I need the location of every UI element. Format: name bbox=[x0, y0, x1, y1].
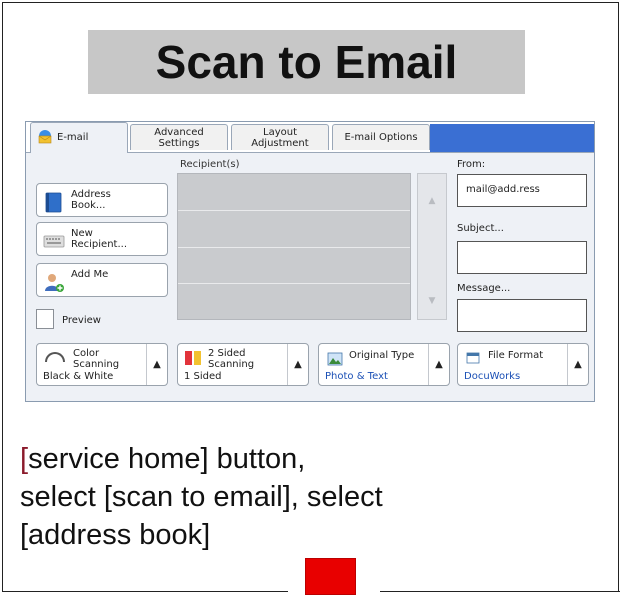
from-field[interactable]: mail@add.ress bbox=[457, 174, 587, 207]
message-field[interactable] bbox=[457, 299, 587, 332]
file-format-label: File Format bbox=[488, 350, 544, 361]
original-type-label: Original Type bbox=[349, 350, 415, 361]
color-scanning-arrow-icon[interactable]: ▲ bbox=[146, 344, 167, 385]
file-format-button[interactable]: File Format DocuWorks ▲ bbox=[457, 343, 589, 386]
address-book-icon bbox=[45, 192, 62, 213]
instruction-open-bracket: [ bbox=[20, 443, 29, 475]
message-label[interactable]: Message... bbox=[457, 283, 510, 294]
scan-settings-row: Color Scanning Black & White ▲ 2 Sided S… bbox=[26, 343, 594, 388]
color-scanning-value: Black & White bbox=[43, 371, 114, 382]
instruction-line-3: [address book] bbox=[20, 519, 211, 551]
red-marker bbox=[305, 558, 356, 595]
add-me-button[interactable]: Add Me bbox=[36, 263, 168, 297]
recipients-header: Recipient(s) bbox=[180, 159, 240, 170]
file-format-value: DocuWorks bbox=[464, 371, 521, 382]
subject-label[interactable]: Subject... bbox=[457, 223, 504, 234]
email-tab-content: Address Book... New Recipient... Add Me … bbox=[26, 152, 594, 401]
subject-field[interactable] bbox=[457, 241, 587, 274]
new-recipient-label: New Recipient... bbox=[71, 228, 128, 250]
two-sided-scanning-label: 2 Sided Scanning bbox=[208, 348, 255, 370]
two-sided-icon bbox=[185, 351, 201, 365]
frame-bottom-border-right bbox=[380, 591, 620, 592]
recipients-list[interactable] bbox=[177, 173, 411, 320]
new-recipient-button[interactable]: New Recipient... bbox=[36, 222, 168, 256]
color-scanning-label: Color Scanning bbox=[73, 348, 120, 370]
original-type-button[interactable]: Original Type Photo & Text ▲ bbox=[318, 343, 450, 386]
address-book-label: Address Book... bbox=[71, 189, 111, 211]
original-type-icon bbox=[327, 352, 343, 366]
title-banner: Scan to Email bbox=[88, 30, 525, 94]
color-scanning-icon bbox=[45, 352, 65, 362]
scroll-down-icon[interactable]: ▼ bbox=[418, 296, 446, 306]
address-book-button[interactable]: Address Book... bbox=[36, 183, 168, 217]
tab-advanced-settings[interactable]: Advanced Settings bbox=[130, 124, 228, 150]
instruction-line-2: select [scan to email], select bbox=[20, 481, 383, 513]
instruction-text: [service home] button, select [scan to e… bbox=[20, 440, 600, 554]
color-scanning-button[interactable]: Color Scanning Black & White ▲ bbox=[36, 343, 168, 386]
instruction-line-1-text: service home] button, bbox=[28, 443, 306, 475]
recipient-row-divider bbox=[178, 283, 410, 284]
tab-layout-adjustment[interactable]: Layout Adjustment bbox=[231, 124, 329, 150]
recipient-row-divider bbox=[178, 210, 410, 211]
keyboard-icon bbox=[43, 235, 65, 248]
tab-email-label: E-mail bbox=[57, 132, 89, 143]
recipient-row-divider bbox=[178, 247, 410, 248]
file-format-arrow-icon[interactable]: ▲ bbox=[567, 344, 588, 385]
page-title: Scan to Email bbox=[155, 36, 458, 88]
file-format-icon bbox=[466, 352, 480, 364]
original-type-arrow-icon[interactable]: ▲ bbox=[428, 344, 449, 385]
from-label: From: bbox=[457, 159, 486, 170]
preview-checkbox[interactable] bbox=[36, 309, 54, 329]
two-sided-scanning-button[interactable]: 2 Sided Scanning 1 Sided ▲ bbox=[177, 343, 309, 386]
two-sided-arrow-icon[interactable]: ▲ bbox=[287, 344, 308, 385]
email-envelope-icon bbox=[38, 130, 52, 144]
preview-label: Preview bbox=[62, 315, 101, 326]
add-me-label: Add Me bbox=[71, 269, 109, 280]
instruction-line-1: [service home] button, bbox=[20, 440, 600, 478]
original-type-value: Photo & Text bbox=[325, 371, 388, 382]
scroll-up-icon[interactable]: ▲ bbox=[418, 196, 446, 206]
two-sided-scanning-value: 1 Sided bbox=[184, 371, 222, 382]
tab-email[interactable]: E-mail bbox=[30, 122, 128, 153]
tab-email-options[interactable]: E-mail Options bbox=[332, 124, 430, 150]
frame-bottom-border-left bbox=[2, 591, 288, 592]
scan-to-email-screen: E-mail Advanced Settings Layout Adjustme… bbox=[25, 121, 595, 402]
add-person-icon bbox=[45, 274, 64, 292]
tab-bar-accent bbox=[430, 124, 594, 152]
tab-bar: E-mail Advanced Settings Layout Adjustme… bbox=[26, 122, 594, 153]
recipients-scrollbar[interactable]: ▲ ▼ bbox=[417, 173, 447, 320]
